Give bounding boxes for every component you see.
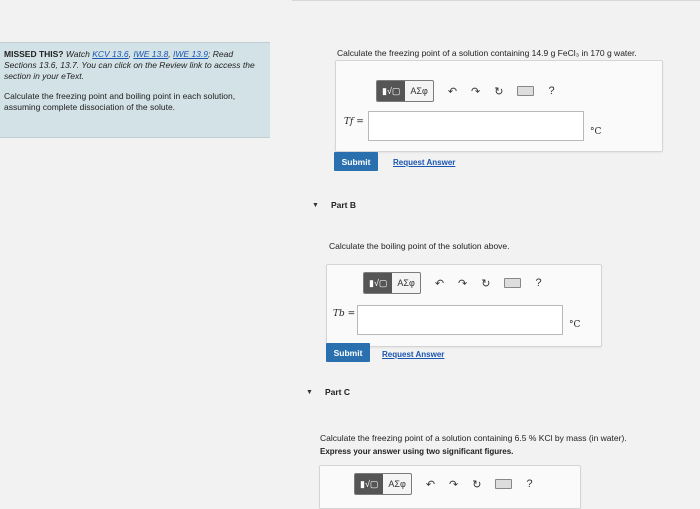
part-c-question: Calculate the freezing point of a soluti… (320, 433, 627, 443)
part-a-question: Calculate the freezing point of a soluti… (337, 48, 637, 58)
tf-input[interactable] (368, 111, 584, 141)
keyboard-icon[interactable] (517, 86, 535, 96)
reset-icon[interactable]: ↻ (481, 277, 490, 290)
part-c-answer-box: ▮√▢ ΑΣφ ↶ ↷ ↻ ? (319, 465, 581, 509)
tb-label: Tb = (333, 309, 356, 319)
help-icon[interactable]: ? (535, 277, 541, 289)
part-c-tool-group: ▮√▢ ΑΣφ (354, 473, 412, 495)
missed-this-panel: MISSED THIS? Watch KCV 13.6, IWE 13.8, I… (0, 42, 270, 138)
part-a-tool-group: ▮√▢ ΑΣφ (376, 80, 434, 102)
part-c-toolbar: ▮√▢ ΑΣφ ↶ ↷ ↻ ? (354, 473, 533, 495)
part-a-request-answer-link[interactable]: Request Answer (393, 158, 455, 167)
part-b-header[interactable]: ▼ Part B (312, 200, 356, 210)
part-c-header[interactable]: ▼ Part C (306, 387, 350, 397)
link-kcv-13-6[interactable]: KCV 13.6 (92, 49, 128, 59)
part-c-instruction: Express your answer using two significan… (320, 447, 514, 456)
undo-icon[interactable]: ↶ (435, 277, 444, 290)
part-a-submit-button[interactable]: Submit (334, 152, 378, 171)
help-icon[interactable]: ? (548, 85, 554, 97)
part-b-request-answer-link[interactable]: Request Answer (382, 350, 444, 359)
undo-icon[interactable]: ↶ (448, 85, 457, 98)
redo-icon[interactable]: ↷ (458, 277, 467, 290)
instruction-text: Calculate the freezing point and boiling… (4, 91, 236, 112)
watch-text: Watch (65, 49, 90, 59)
link-iwe-13-8[interactable]: IWE 13.8 (133, 49, 168, 59)
part-b-tool-group: ▮√▢ ΑΣφ (363, 272, 421, 294)
part-a-toolbar: ▮√▢ ΑΣφ ↶ ↷ ↻ ? (376, 80, 555, 102)
collapse-triangle-icon: ▼ (306, 388, 313, 396)
part-a-answer-box: ▮√▢ ΑΣφ ↶ ↷ ↻ ? Tf = °C (335, 60, 663, 152)
redo-icon[interactable]: ↷ (471, 85, 480, 98)
link-iwe-13-9[interactable]: IWE 13.9 (173, 49, 208, 59)
part-b-question: Calculate the boiling point of the solut… (329, 241, 510, 251)
part-b-title: Part B (330, 200, 356, 210)
keyboard-icon[interactable] (504, 278, 522, 288)
reset-icon[interactable]: ↻ (472, 478, 481, 491)
part-b-toolbar: ▮√▢ ΑΣφ ↶ ↷ ↻ ? (363, 272, 542, 294)
part-b-submit-button[interactable]: Submit (326, 343, 370, 362)
help-icon[interactable]: ? (526, 478, 532, 490)
greek-button[interactable]: ΑΣφ (383, 474, 410, 494)
redo-icon[interactable]: ↷ (449, 478, 458, 491)
templates-button[interactable]: ▮√▢ (355, 474, 384, 494)
greek-button[interactable]: ΑΣφ (392, 273, 419, 293)
reset-icon[interactable]: ↻ (494, 85, 503, 98)
part-c-title: Part C (324, 387, 350, 397)
part-b-unit: °C (569, 320, 581, 330)
tf-label: Tf = (344, 117, 364, 127)
collapse-triangle-icon: ▼ (312, 201, 319, 209)
keyboard-icon[interactable] (495, 479, 513, 489)
greek-button[interactable]: ΑΣφ (405, 81, 432, 101)
undo-icon[interactable]: ↶ (426, 478, 435, 491)
templates-button[interactable]: ▮√▢ (377, 81, 406, 101)
missed-this-text: MISSED THIS? Watch KCV 13.6, IWE 13.8, I… (4, 49, 255, 81)
main-content: Calculate the freezing point of a soluti… (292, 0, 700, 509)
templates-button[interactable]: ▮√▢ (364, 273, 393, 293)
part-b-answer-box: ▮√▢ ΑΣφ ↶ ↷ ↻ ? Tb = °C (326, 264, 602, 347)
tb-input[interactable] (357, 305, 563, 335)
missed-label: MISSED THIS? (4, 49, 64, 59)
part-a-unit: °C (590, 127, 602, 137)
